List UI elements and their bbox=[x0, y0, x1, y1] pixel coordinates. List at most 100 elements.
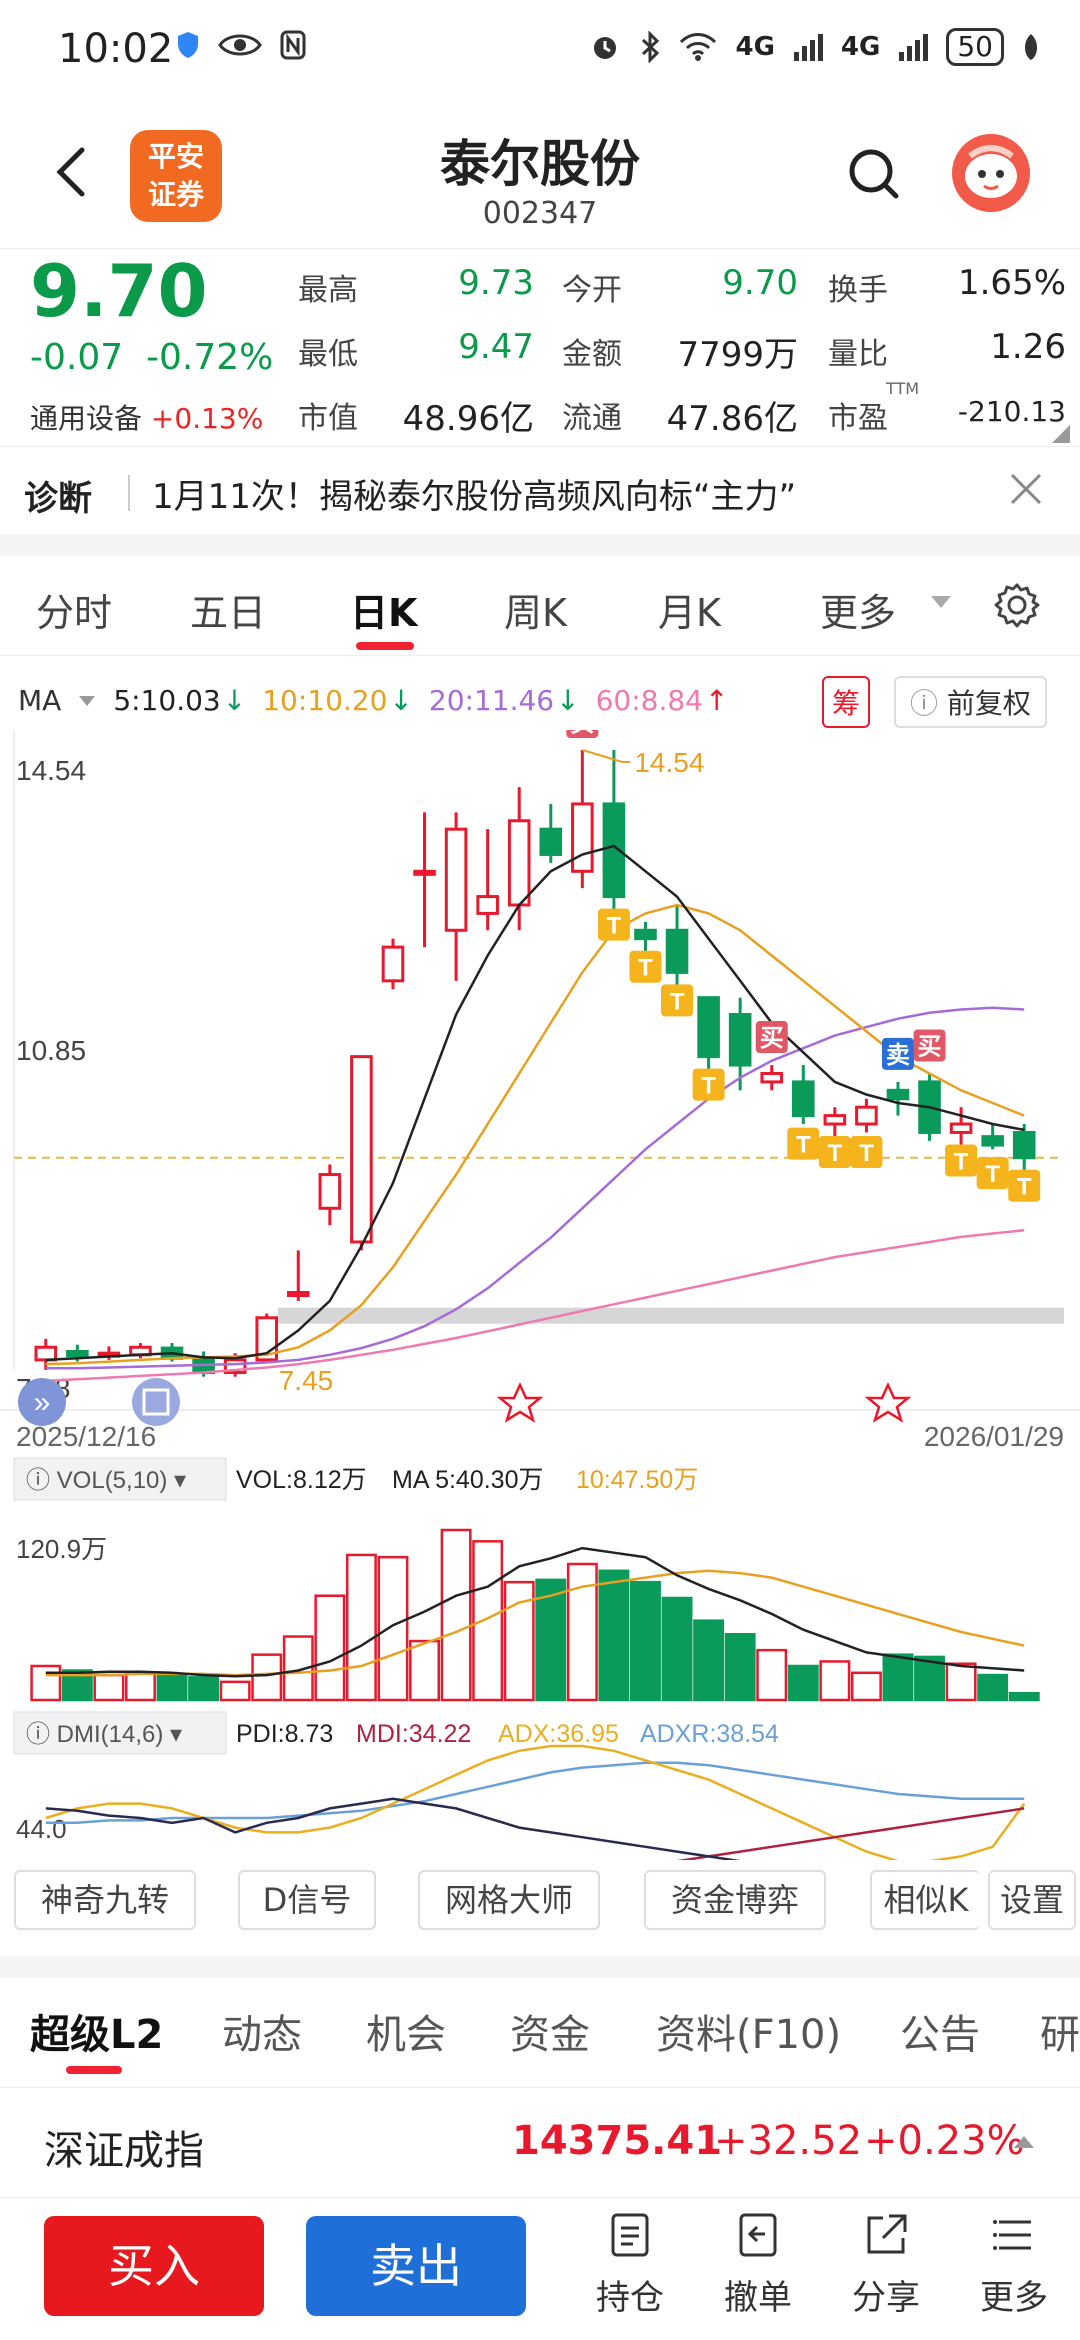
volume-bar bbox=[93, 1673, 125, 1702]
signal-badge-text: T bbox=[670, 988, 685, 1015]
tab-super-l2[interactable]: 超级L2 bbox=[30, 2002, 163, 2060]
mascot-icon bbox=[965, 145, 1017, 198]
price-change-pct: -0.72% bbox=[146, 337, 274, 378]
tab-opportunity[interactable]: 机会 bbox=[366, 2002, 446, 2060]
fullscreen-button[interactable] bbox=[132, 1378, 180, 1426]
candle-body bbox=[949, 1122, 973, 1134]
nfc-icon bbox=[280, 30, 306, 60]
tool-settings[interactable]: 设置 bbox=[988, 1870, 1076, 1930]
battery-indicator: 50 bbox=[946, 28, 1004, 66]
kline-chart-area[interactable]: MA 5:10.03 ↓ 10:10.20 ↓ 20:11.46 ↓ 60:8.84 ↑… bbox=[0, 660, 1080, 1860]
volume-bar bbox=[156, 1673, 188, 1702]
high-marker-line bbox=[582, 749, 631, 763]
value-low: 9.47 bbox=[458, 327, 534, 367]
vol-ma5-value: MA 5:40.30万 bbox=[392, 1466, 543, 1494]
tool-grid-master[interactable]: 网格大师 bbox=[418, 1870, 600, 1930]
wifi-icon bbox=[680, 33, 717, 61]
dmi-selector-label: ⓘ DMI(14,6) ▾ bbox=[26, 1721, 182, 1748]
ma5-line bbox=[45, 844, 1025, 1362]
index-ticker[interactable]: 深证成指 14375.41 +32.52 +0.23% bbox=[0, 2090, 1080, 2198]
candle-body bbox=[286, 1291, 310, 1297]
search-icon[interactable] bbox=[846, 146, 902, 202]
ma5-value: 5:10.03 bbox=[113, 684, 221, 717]
tool-similar-k[interactable]: 相似K bbox=[870, 1870, 980, 1930]
label-open: 今开 bbox=[562, 273, 622, 308]
stock-name: 泰尔股份 bbox=[440, 135, 640, 193]
status-bar: 10:02 4G 4G 50 bbox=[0, 0, 1080, 100]
ma10-value: 10:10.20 bbox=[262, 684, 388, 717]
price-max-label: 14.54 bbox=[16, 755, 86, 786]
index-pct: +0.23% bbox=[864, 2118, 1025, 2164]
label-market-cap: 市值 bbox=[298, 401, 358, 436]
value-pe: -210.13 bbox=[957, 395, 1066, 428]
tab-announcement[interactable]: 公告 bbox=[900, 2002, 980, 2060]
candle-body bbox=[981, 1135, 1004, 1147]
volume-bar bbox=[472, 1540, 504, 1702]
ma60-value: 60:8.84 bbox=[595, 684, 703, 717]
network-4g-1: 4G bbox=[735, 32, 775, 62]
high-marker-label: 14.54 bbox=[634, 747, 704, 778]
signal-badge-text: T bbox=[607, 913, 622, 940]
dmi-pdi-line bbox=[45, 1797, 741, 1860]
volume-bar bbox=[661, 1596, 693, 1702]
candle-body bbox=[444, 827, 468, 932]
signal-badge-text: T bbox=[701, 1073, 716, 1100]
close-icon[interactable] bbox=[1006, 469, 1046, 509]
sector-pct: +0.13% bbox=[150, 402, 264, 435]
signal-icon-2 bbox=[899, 34, 929, 61]
ma-legend[interactable]: MA 5:10.03 ↓ 10:10.20 ↓ 20:11.46 ↓ 60:8.84 ↑ bbox=[18, 684, 728, 717]
tool-capital-game[interactable]: 资金博弈 bbox=[644, 1870, 826, 1930]
more-button[interactable]: 更多 bbox=[964, 2210, 1064, 2319]
candle-body bbox=[66, 1349, 89, 1358]
index-name: 深证成指 bbox=[44, 2128, 204, 2174]
user-avatar[interactable] bbox=[952, 134, 1030, 212]
diagnosis-banner[interactable]: 诊断 1月11次！揭秘泰尔股份高频风向标“主力” bbox=[0, 446, 1080, 534]
buy-button[interactable]: 买入 bbox=[44, 2216, 264, 2316]
candle-body bbox=[413, 869, 436, 876]
tab-five-day[interactable]: 五日 bbox=[190, 582, 266, 637]
gear-icon[interactable] bbox=[994, 582, 1040, 628]
leaf-icon bbox=[1024, 34, 1038, 60]
tab-more[interactable]: 更多 bbox=[820, 582, 896, 637]
cancel-order-button[interactable]: 撤单 bbox=[708, 2210, 808, 2319]
candle-body bbox=[855, 1105, 878, 1126]
divider bbox=[128, 475, 130, 511]
dmi-axis-label: 44.0 bbox=[16, 1814, 67, 1844]
kline-chart-svg[interactable]: 14.5410.857.18买TTTT买TTT卖买TTT14.547.45»20… bbox=[0, 730, 1080, 1860]
network-4g-2: 4G bbox=[840, 32, 881, 62]
signal-badge-text: 买 bbox=[918, 1033, 942, 1060]
tab-news[interactable]: 动态 bbox=[222, 2002, 302, 2060]
candle-body bbox=[886, 1088, 910, 1101]
tab-weekly-k[interactable]: 周K bbox=[504, 582, 567, 637]
tab-f10[interactable]: 资料(F10) bbox=[656, 2002, 841, 2060]
tab-monthly-k[interactable]: 月K bbox=[658, 582, 721, 637]
current-price: 9.70 bbox=[30, 249, 208, 333]
sell-button[interactable]: 卖出 bbox=[306, 2216, 526, 2316]
holdings-button[interactable]: 持仓 bbox=[580, 2210, 680, 2319]
candle-body bbox=[539, 827, 563, 856]
share-button[interactable]: 分享 bbox=[836, 2210, 936, 2319]
volume-bar bbox=[787, 1664, 819, 1702]
adjust-restore-button[interactable]: ⓘ 前复权 bbox=[894, 676, 1047, 728]
value-open: 9.70 bbox=[722, 263, 798, 303]
tool-d-signal[interactable]: D信号 bbox=[238, 1870, 376, 1930]
label-high: 最高 bbox=[298, 273, 358, 308]
chip-distribution-button[interactable]: 筹 bbox=[822, 676, 871, 728]
tab-research[interactable]: 研 bbox=[1040, 2002, 1080, 2060]
candle-body bbox=[665, 928, 689, 974]
app-header: 平安 证券 泰尔股份 002347 bbox=[0, 100, 1080, 248]
volume-bar bbox=[882, 1653, 914, 1702]
sector-info[interactable]: 通用设备 +0.13% bbox=[30, 397, 263, 437]
volume-bar bbox=[598, 1569, 630, 1702]
candle-body bbox=[760, 1071, 784, 1084]
volume-bar bbox=[850, 1671, 882, 1702]
tool-magic-nine[interactable]: 神奇九转 bbox=[14, 1870, 196, 1930]
signal-badge-text: T bbox=[796, 1132, 811, 1159]
vol-axis-label: 120.9万 bbox=[16, 1534, 107, 1564]
tab-intraday[interactable]: 分时 bbox=[36, 582, 112, 637]
star-marker-1 bbox=[496, 1382, 544, 1423]
tab-daily-k[interactable]: 日K bbox=[350, 582, 417, 637]
candle-body bbox=[507, 819, 531, 907]
candle-body bbox=[791, 1080, 815, 1118]
tab-capital[interactable]: 资金 bbox=[510, 2002, 590, 2060]
